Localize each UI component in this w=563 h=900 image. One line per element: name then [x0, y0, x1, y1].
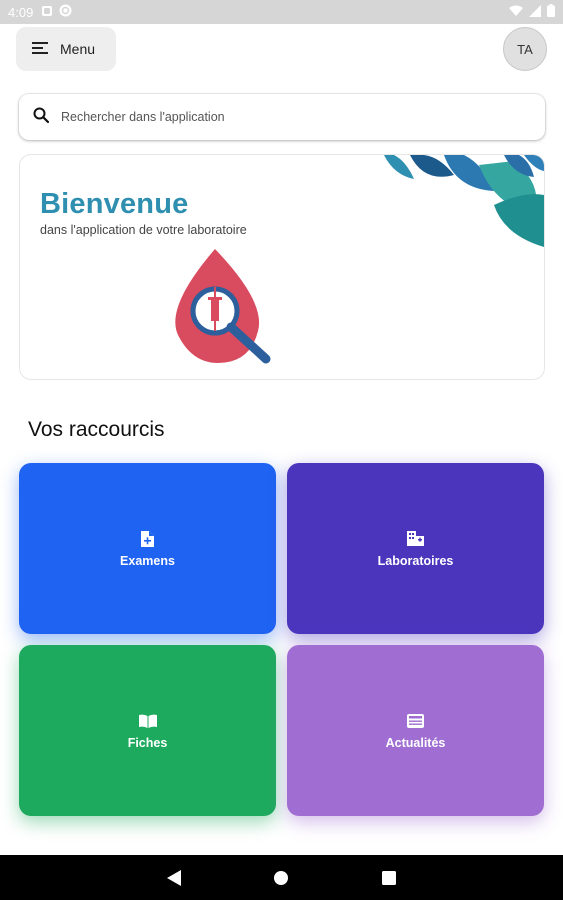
- shortcut-label: Laboratoires: [377, 553, 454, 568]
- welcome-card: Bienvenue dans l'application de votre la…: [19, 154, 545, 380]
- system-nav-bar: [0, 855, 563, 900]
- search-input[interactable]: [61, 110, 501, 124]
- avatar[interactable]: TA: [503, 27, 547, 71]
- blood-drop-illustration: [175, 249, 271, 364]
- shortcut-label: Examens: [120, 553, 175, 568]
- app-screen: 4:09 Menu TA Rechercher dans l'applicati…: [0, 0, 563, 900]
- leaves-illustration: [384, 155, 544, 247]
- building-icon: [407, 530, 425, 548]
- status-right: [509, 4, 555, 20]
- shortcut-label: Fiches: [127, 735, 168, 750]
- welcome-title: Bienvenue: [40, 188, 189, 220]
- menu-label: Menu: [60, 41, 96, 57]
- shortcut-examens[interactable]: Examens: [19, 463, 276, 634]
- back-icon[interactable]: [162, 866, 186, 890]
- search-icon: [33, 107, 50, 128]
- shortcut-fiches[interactable]: Fiches: [19, 645, 276, 816]
- hamburger-icon: [32, 41, 48, 57]
- battery-icon: [547, 4, 555, 20]
- recents-icon[interactable]: [377, 866, 401, 890]
- search-bar[interactable]: [19, 94, 545, 140]
- book-icon: [138, 712, 157, 730]
- menu-button[interactable]: Menu: [16, 27, 116, 71]
- status-time: 4:09: [8, 4, 34, 20]
- news-icon: [407, 712, 425, 730]
- shortcut-actualites[interactable]: Actualités: [287, 645, 544, 816]
- status-bar: 4:09: [0, 0, 563, 24]
- sync-icon: [59, 4, 72, 20]
- shortcut-label: Actualités: [385, 735, 446, 750]
- notification-icon: [41, 5, 53, 20]
- file-icon: [139, 530, 157, 548]
- signal-icon: [529, 4, 541, 20]
- shortcut-laboratoires[interactable]: Laboratoires: [287, 463, 544, 634]
- welcome-subtitle: dans l'application de votre laboratoire: [40, 223, 247, 237]
- shortcuts-title: Vos raccourcis: [28, 418, 165, 441]
- home-icon[interactable]: [269, 866, 293, 890]
- wifi-icon: [509, 5, 523, 20]
